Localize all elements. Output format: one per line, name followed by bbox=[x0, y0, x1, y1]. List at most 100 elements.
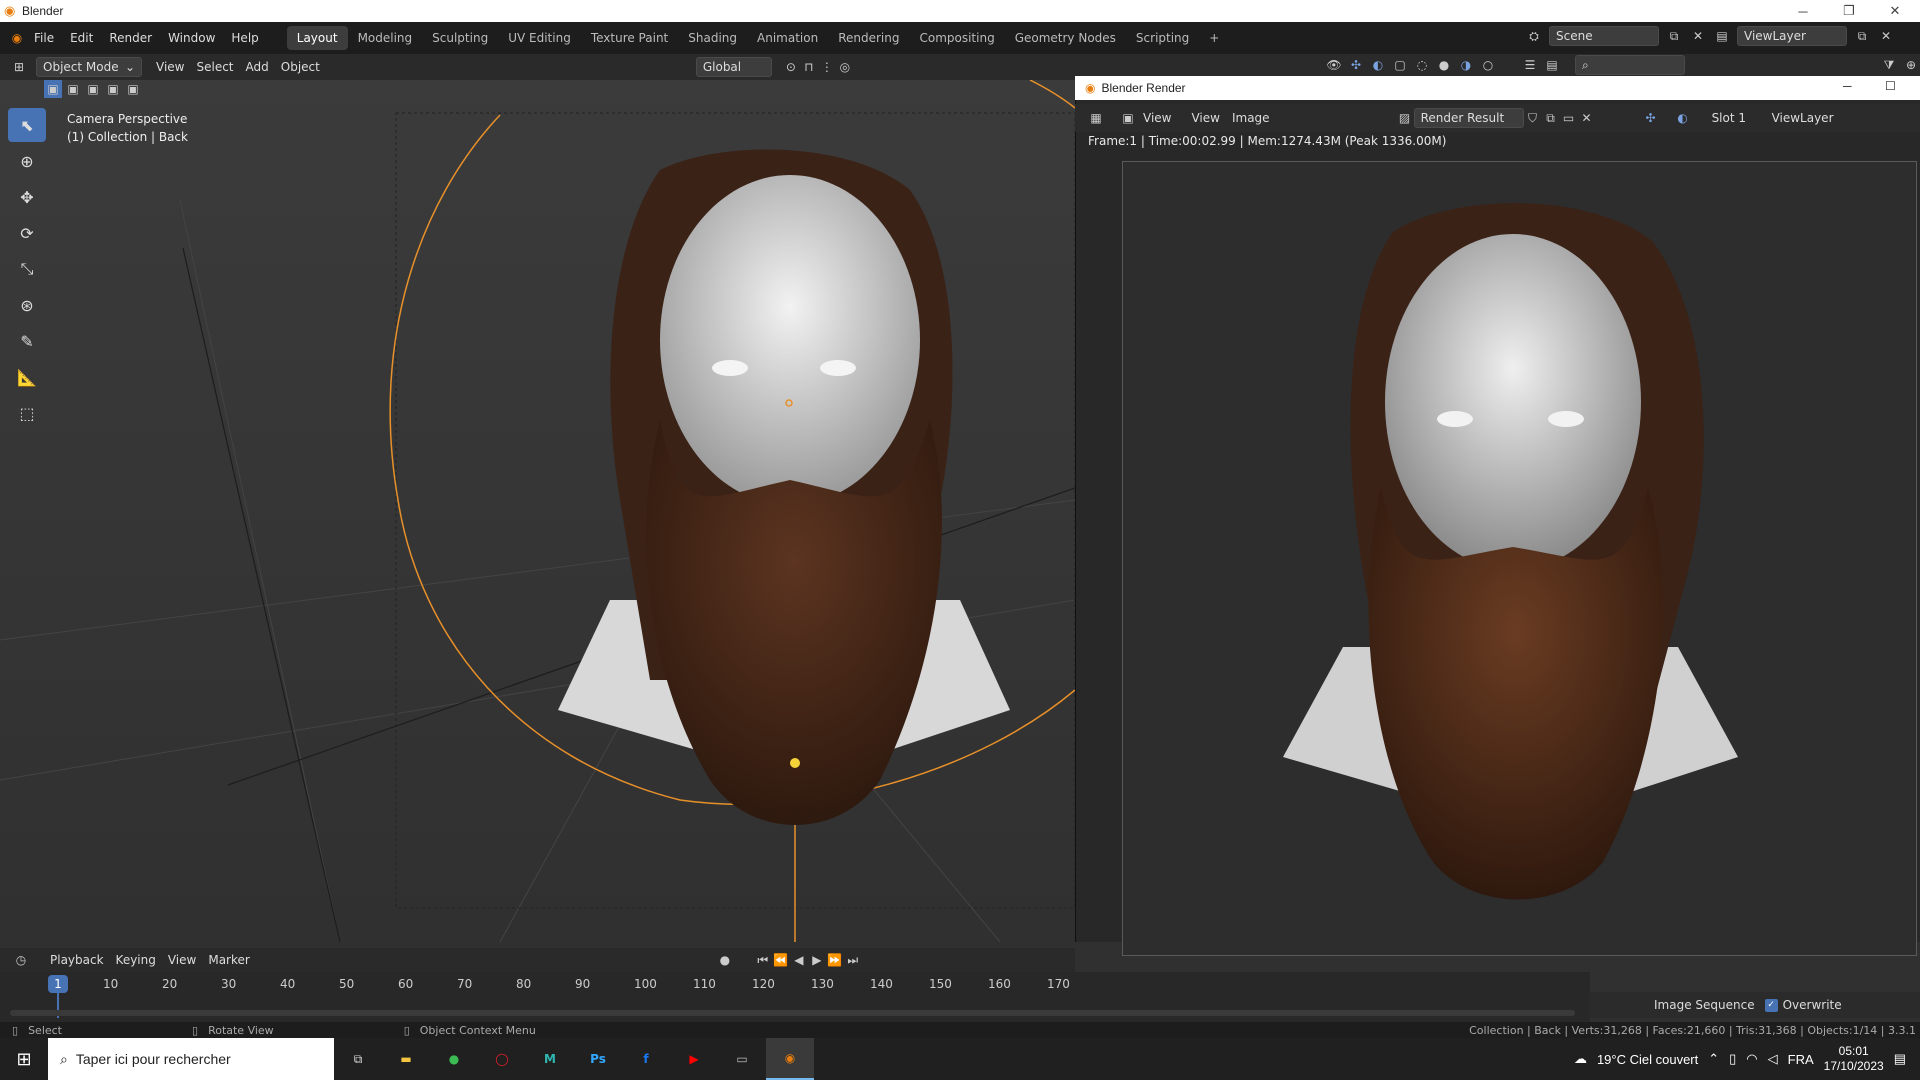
select-extend-icon[interactable]: ▣ bbox=[64, 80, 82, 98]
restore-button[interactable]: ❐ bbox=[1826, 0, 1872, 22]
opera-icon[interactable]: ◯ bbox=[478, 1038, 526, 1080]
jump-end-icon[interactable]: ⏭ bbox=[844, 951, 862, 969]
editor-type-icon[interactable]: ⊞ bbox=[10, 58, 28, 76]
new-collection-icon[interactable]: ⊕ bbox=[1902, 56, 1920, 74]
notification-icon[interactable]: ▤ bbox=[1894, 1051, 1906, 1067]
unlink-image-icon[interactable]: ✕ bbox=[1578, 109, 1596, 127]
tab-compositing[interactable]: Compositing bbox=[909, 26, 1004, 50]
material-shading-icon[interactable]: ◑ bbox=[1457, 56, 1475, 74]
viewlayer-dropdown[interactable]: ViewLayer bbox=[1766, 108, 1856, 128]
next-keyframe-icon[interactable]: ⏩ bbox=[826, 951, 844, 969]
move-tool[interactable]: ✥ bbox=[8, 180, 46, 214]
3d-viewport[interactable]: Camera Perspective (1) Collection | Back bbox=[0, 80, 1075, 942]
marker-menu[interactable]: Marker bbox=[202, 950, 255, 970]
orientation-dropdown[interactable]: Global bbox=[695, 57, 772, 77]
snap-target-icon[interactable]: ⋮ bbox=[818, 58, 836, 76]
select-box-tool[interactable]: ⬉ bbox=[8, 108, 46, 142]
add-workspace-button[interactable]: + bbox=[1199, 26, 1229, 50]
image-browse-icon[interactable]: ▨ bbox=[1396, 109, 1414, 127]
tab-shading[interactable]: Shading bbox=[678, 26, 747, 50]
slot-dropdown[interactable]: Slot 1 bbox=[1706, 108, 1766, 128]
task-view-icon[interactable]: ⧉ bbox=[334, 1038, 382, 1080]
tab-texture-paint[interactable]: Texture Paint bbox=[581, 26, 678, 50]
youtube-icon[interactable]: ▶ bbox=[670, 1038, 718, 1080]
render-result-field[interactable]: Render Result bbox=[1413, 108, 1524, 128]
tab-layout[interactable]: Layout bbox=[286, 26, 348, 50]
clock[interactable]: 05:01 17/10/2023 bbox=[1824, 1044, 1884, 1074]
image-menu[interactable]: Image bbox=[1226, 108, 1276, 128]
visibility-icon[interactable]: 👁 bbox=[1325, 56, 1343, 74]
file-explorer-icon[interactable]: ▬ bbox=[382, 1038, 430, 1080]
wireframe-shading-icon[interactable]: ◌ bbox=[1413, 56, 1431, 74]
proportional-edit-icon[interactable]: ◎ bbox=[836, 58, 854, 76]
menu-render[interactable]: Render bbox=[101, 22, 160, 54]
object-mode-dropdown[interactable]: Object Mode ⌄ bbox=[36, 57, 142, 77]
render-maximize-button[interactable]: ☐ bbox=[1885, 79, 1896, 93]
annotate-tool[interactable]: ✎ bbox=[8, 324, 46, 358]
blender-menu-icon[interactable]: ◉ bbox=[8, 29, 26, 47]
play-icon[interactable]: ▶ bbox=[808, 951, 826, 969]
tab-animation[interactable]: Animation bbox=[747, 26, 828, 50]
current-frame-indicator[interactable]: 1 bbox=[48, 975, 68, 993]
view-menu[interactable]: View bbox=[150, 57, 190, 77]
timeline[interactable]: 1 10 20 30 40 50 60 70 80 90 100 110 120 130 140 150 16… bbox=[0, 972, 1590, 1022]
tab-rendering[interactable]: Rendering bbox=[828, 26, 909, 50]
menu-file[interactable]: File bbox=[26, 22, 62, 54]
tab-scripting[interactable]: Scripting bbox=[1126, 26, 1199, 50]
rotate-tool[interactable]: ⟳ bbox=[8, 216, 46, 250]
menu-window[interactable]: Window bbox=[160, 22, 223, 54]
menu-edit[interactable]: Edit bbox=[62, 22, 101, 54]
select-subtract-icon[interactable]: ▣ bbox=[84, 80, 102, 98]
select-invert-icon[interactable]: ▣ bbox=[104, 80, 122, 98]
taskbar-search-box[interactable]: ⌕ Taper ici pour rechercher bbox=[48, 1038, 334, 1080]
timeline-scrollbar[interactable] bbox=[10, 1010, 1575, 1016]
timeline-view-menu[interactable]: View bbox=[162, 950, 202, 970]
render-minimize-button[interactable]: ─ bbox=[1843, 79, 1852, 93]
overwrite-checkbox[interactable]: ✓ bbox=[1764, 998, 1778, 1012]
image-view-icon[interactable]: ▣ bbox=[1119, 109, 1137, 127]
add-cube-tool[interactable]: ⬚ bbox=[8, 396, 46, 430]
select-new-icon[interactable]: ▣ bbox=[44, 80, 62, 98]
scale-tool[interactable]: ⤡ bbox=[8, 252, 46, 286]
measure-tool[interactable]: 📐 bbox=[8, 360, 46, 394]
jump-start-icon[interactable]: ⏮ bbox=[754, 951, 772, 969]
battery-icon[interactable]: ▯ bbox=[1729, 1051, 1736, 1067]
start-button[interactable]: ⊞ bbox=[0, 1038, 48, 1080]
render-result-image[interactable] bbox=[1122, 161, 1917, 956]
outliner-icon[interactable]: ☰ bbox=[1521, 56, 1539, 74]
keying-menu[interactable]: Keying bbox=[110, 950, 162, 970]
facebook-icon[interactable]: f bbox=[622, 1038, 670, 1080]
weather-text[interactable]: 19°C Ciel couvert bbox=[1597, 1052, 1698, 1067]
rendered-shading-icon[interactable]: ○ bbox=[1479, 56, 1497, 74]
view-menu[interactable]: View bbox=[1185, 108, 1225, 128]
outliner-search-input[interactable]: ⌕ bbox=[1575, 55, 1685, 75]
gizmo-icon[interactable]: ✣ bbox=[1642, 109, 1660, 127]
menu-help[interactable]: Help bbox=[223, 22, 266, 54]
select-intersect-icon[interactable]: ▣ bbox=[124, 80, 142, 98]
viewlayer-icon[interactable]: ▤ bbox=[1713, 27, 1731, 45]
gizmo-icon[interactable]: ✣ bbox=[1347, 56, 1365, 74]
properties-icon[interactable]: ▤ bbox=[1543, 56, 1561, 74]
cursor-tool[interactable]: ⊕ bbox=[8, 144, 46, 178]
object-menu[interactable]: Object bbox=[275, 57, 326, 77]
editor-type-icon[interactable]: ◷ bbox=[12, 951, 30, 969]
chevron-up-icon[interactable]: ⌃ bbox=[1708, 1051, 1719, 1067]
overlay-icon[interactable]: ◐ bbox=[1369, 56, 1387, 74]
solid-shading-icon[interactable]: ● bbox=[1435, 56, 1453, 74]
minimize-button[interactable]: ─ bbox=[1780, 0, 1826, 22]
add-menu[interactable]: Add bbox=[240, 57, 275, 77]
fake-user-icon[interactable]: ⛉ bbox=[1524, 109, 1542, 127]
photoshop-icon[interactable]: Ps bbox=[574, 1038, 622, 1080]
tab-geometry-nodes[interactable]: Geometry Nodes bbox=[1005, 26, 1126, 50]
tab-modeling[interactable]: Modeling bbox=[348, 26, 423, 50]
transform-tool[interactable]: ⊛ bbox=[8, 288, 46, 322]
playback-menu[interactable]: Playback bbox=[44, 950, 110, 970]
wifi-icon[interactable]: ◠ bbox=[1746, 1051, 1757, 1067]
play-reverse-icon[interactable]: ◀ bbox=[790, 951, 808, 969]
delete-scene-icon[interactable]: ✕ bbox=[1689, 27, 1707, 45]
select-menu[interactable]: Select bbox=[190, 57, 239, 77]
prev-keyframe-icon[interactable]: ⏪ bbox=[772, 951, 790, 969]
chrome-icon[interactable]: ● bbox=[430, 1038, 478, 1080]
language-indicator[interactable]: FRA bbox=[1788, 1052, 1814, 1067]
app-window-icon[interactable]: ▭ bbox=[718, 1038, 766, 1080]
